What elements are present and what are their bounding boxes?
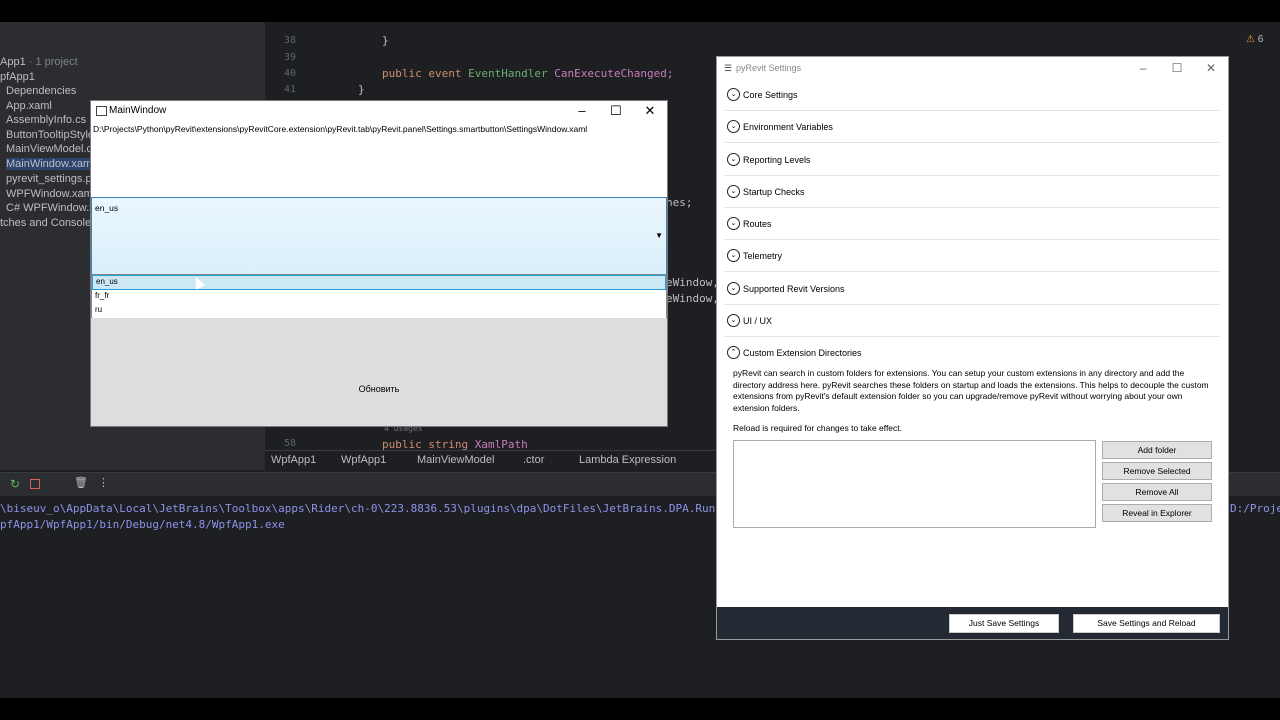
section-reporting-levels[interactable]: ⌄ Reporting Levels <box>725 143 1220 176</box>
language-combobox[interactable]: en_us ▼ <box>91 197 667 275</box>
save-settings-and-reload-button[interactable]: Save Settings and Reload <box>1073 614 1220 633</box>
minimize-button[interactable]: – <box>1126 57 1160 79</box>
tree-item-dependencies[interactable]: Dependencies <box>6 85 76 97</box>
line-number: 40 <box>284 68 297 79</box>
maximize-button[interactable]: ☐ <box>1160 57 1194 79</box>
letterbox-top <box>0 0 1280 22</box>
tree-item-mainviewmodel[interactable]: MainViewModel.cs <box>6 143 98 155</box>
code-fragment: eWindow, <box>666 276 719 289</box>
main-window-title: MainWindow <box>109 105 167 116</box>
line-number: 38 <box>284 35 297 46</box>
minimize-button[interactable]: – <box>565 101 599 121</box>
dropdown-option[interactable]: fr_fr <box>92 290 664 303</box>
more-icon[interactable]: ⋮ <box>98 476 109 489</box>
console-line: D:/Projec <box>1230 502 1280 515</box>
line-number: 41 <box>284 84 297 95</box>
main-window-titlebar[interactable]: MainWindow – ☐ ✕ <box>91 101 667 121</box>
language-dropdown-list: en_us fr_fr ru <box>91 274 667 320</box>
code-keyword: public <box>382 67 422 80</box>
code-line-40: public event EventHandler CanExecuteChan… <box>382 67 673 80</box>
tree-item-mainwindow[interactable]: MainWindow.xaml <box>6 158 95 170</box>
chevron-down-icon: ⌄ <box>727 217 740 230</box>
pyrevit-footer: Just Save Settings Save Settings and Rel… <box>717 607 1228 639</box>
combobox-value: en_us <box>95 203 119 213</box>
tree-item-solution[interactable]: App1 · 1 project <box>0 56 78 68</box>
code-line-41: } <box>358 83 365 96</box>
code-line-38: } <box>382 34 389 47</box>
section-custom-extension-directories[interactable]: ⌃ Custom Extension Directories <box>725 336 1220 368</box>
chevron-down-icon: ⌄ <box>727 88 740 101</box>
chevron-down-icon: ⌄ <box>727 153 740 166</box>
pyrevit-titlebar[interactable]: ☰ pyRevit Settings – ☐ ✕ <box>717 57 1228 79</box>
chevron-down-icon: ⌄ <box>727 120 740 133</box>
xaml-path-text[interactable]: D:\Projects\Python\pyRevit\extensions\py… <box>93 124 587 134</box>
code-type: EventHandler <box>468 67 548 80</box>
console-line: pfApp1/WpfApp1/bin/Debug/net4.8/WpfApp1.… <box>0 518 285 531</box>
empty-panel <box>91 318 667 351</box>
chevron-down-icon: ⌄ <box>727 185 740 198</box>
stop-icon[interactable] <box>30 479 40 489</box>
breadcrumb-item[interactable]: Lambda Expression <box>579 454 676 466</box>
maximize-button[interactable]: ☐ <box>599 101 633 121</box>
code-identifier: CanExecuteChanged; <box>554 67 674 80</box>
warning-count: 6 <box>1257 34 1264 45</box>
breadcrumb-item[interactable]: MainViewModel <box>417 454 494 466</box>
menu-icon: ☰ <box>724 63 733 73</box>
breadcrumb: WpfApp1 WpfApp1 MainViewModel .ctor Lamb… <box>265 450 715 471</box>
tree-item-wpfwindow-cs[interactable]: C# WPFWindow.xa <box>6 202 101 214</box>
tree-item-scratches[interactable]: tches and Consoles <box>0 217 97 229</box>
code-keyword: event <box>428 67 462 80</box>
close-button[interactable]: ✕ <box>1194 57 1228 79</box>
rerun-icon[interactable]: ↻ <box>10 477 20 491</box>
chevron-down-icon[interactable]: ▼ <box>655 231 663 240</box>
console-line: \biseuv_o\AppData\Local\JetBrains\Toolbo… <box>0 502 808 515</box>
remove-selected-button[interactable]: Remove Selected <box>1102 462 1212 480</box>
tree-item-app-xaml[interactable]: App.xaml <box>6 100 52 112</box>
pyrevit-window-title: pyRevit Settings <box>736 63 802 73</box>
section-telemetry[interactable]: ⌄ Telemetry <box>725 239 1220 272</box>
tree-item-project[interactable]: pfApp1 <box>0 71 35 83</box>
tree-item-pyrevit-settings[interactable]: pyrevit_settings.pn <box>6 173 98 185</box>
breadcrumb-item[interactable]: WpfApp1 <box>271 454 316 466</box>
chevron-up-icon: ⌃ <box>727 346 740 359</box>
remove-all-button[interactable]: Remove All <box>1102 483 1212 501</box>
window-icon <box>96 106 107 116</box>
reveal-in-explorer-button[interactable]: Reveal in Explorer <box>1102 504 1212 522</box>
dropdown-option[interactable]: en_us <box>92 275 666 290</box>
section-startup-checks[interactable]: ⌄ Startup Checks <box>725 175 1220 208</box>
code-fragment: nes; <box>666 196 693 209</box>
tree-item-assemblyinfo[interactable]: AssemblyInfo.cs <box>6 114 86 126</box>
dropdown-option[interactable]: ru <box>92 304 664 317</box>
section-ui-ux[interactable]: ⌄ UI / UX <box>725 304 1220 337</box>
add-folder-button[interactable]: Add folder <box>1102 441 1212 459</box>
tree-item-wpfwindow-xaml[interactable]: WPFWindow.xaml <box>6 188 95 200</box>
section-routes[interactable]: ⌄ Routes <box>725 207 1220 240</box>
line-number: 39 <box>284 52 297 63</box>
pyrevit-settings-window: ☰ pyRevit Settings – ☐ ✕ ⌄ Core Settings … <box>716 56 1229 640</box>
reload-note: Reload is required for changes to take e… <box>733 423 902 433</box>
section-environment-variables[interactable]: ⌄ Environment Variables <box>725 110 1220 143</box>
just-save-settings-button[interactable]: Just Save Settings <box>949 614 1059 633</box>
trash-icon[interactable]: 🗑 <box>74 476 88 489</box>
chevron-down-icon: ⌄ <box>727 314 740 327</box>
warning-icon[interactable]: ⚠ 6 <box>1246 34 1263 45</box>
code-fragment: eWindow, <box>666 292 719 305</box>
extension-directories-list[interactable] <box>733 440 1096 528</box>
close-button[interactable]: ✕ <box>633 101 667 121</box>
refresh-button[interactable]: Обновить <box>91 350 667 426</box>
letterbox-bottom <box>0 698 1280 720</box>
section-core-settings[interactable]: ⌄ Core Settings <box>725 78 1220 111</box>
chevron-down-icon: ⌄ <box>727 249 740 262</box>
main-window: MainWindow – ☐ ✕ D:\Projects\Python\pyRe… <box>90 100 668 427</box>
extension-directories-description: pyRevit can search in custom folders for… <box>733 368 1209 413</box>
breadcrumb-item[interactable]: WpfApp1 <box>341 454 386 466</box>
tree-item-buttontooltipstyle[interactable]: ButtonTooltipStyle <box>6 129 94 141</box>
section-supported-revit-versions[interactable]: ⌄ Supported Revit Versions <box>725 272 1220 305</box>
chevron-down-icon: ⌄ <box>727 282 740 295</box>
breadcrumb-item[interactable]: .ctor <box>523 454 544 466</box>
line-number: 58 <box>284 438 297 449</box>
